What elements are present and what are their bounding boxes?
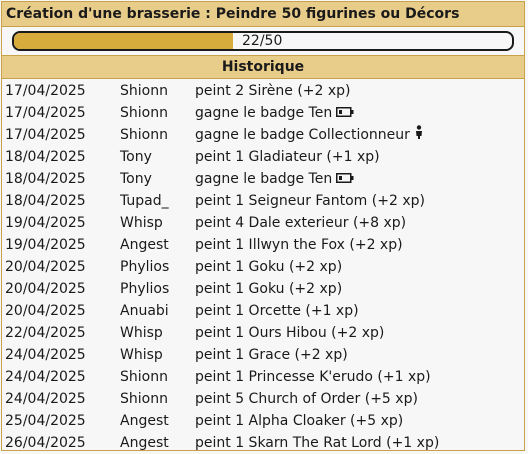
history-user: Tony <box>120 149 152 165</box>
challenge-panel: Création d'une brasserie : Peindre 50 fi… <box>1 1 525 451</box>
history-user: Shionn <box>120 83 168 99</box>
history-action: peint 1 Princesse K'erudo (+1 xp) <box>195 366 431 388</box>
history-user: Whisp <box>120 325 163 341</box>
history-list: 17/04/2025 Shionn peint 2 Sirène (+2 xp) 17… <box>2 79 524 454</box>
history-action-text: gagne le badge Ten <box>195 171 333 187</box>
history-user: Whisp <box>120 347 163 363</box>
history-action-text: peint 1 Skarn The Rat Lord (+1 xp) <box>195 435 440 451</box>
history-row: 20/04/2025 Phylios peint 1 Goku (+2 xp) <box>2 278 524 300</box>
history-user: Anuabi <box>120 303 169 319</box>
history-date: 19/04/2025 <box>5 215 86 231</box>
history-row: 19/04/2025 Whisp peint 4 Dale exterieur (+… <box>2 212 524 234</box>
history-date: 20/04/2025 <box>5 281 86 297</box>
history-row: 17/04/2025 Shionn peint 2 Sirène (+2 xp) <box>2 80 524 102</box>
history-action: peint 1 Orcette (+1 xp) <box>195 300 359 322</box>
history-date: 26/04/2025 <box>5 435 86 451</box>
history-date: 24/04/2025 <box>5 391 86 407</box>
history-user: Phylios <box>120 281 170 297</box>
history-date: 17/04/2025 <box>5 83 86 99</box>
history-action-text: peint 1 Princesse K'erudo (+1 xp) <box>195 369 431 385</box>
history-date: 20/04/2025 <box>5 259 86 275</box>
history-action: peint 1 Gladiateur (+1 xp) <box>195 146 380 168</box>
history-user: Tony <box>120 171 152 187</box>
history-user: Angest <box>120 435 169 451</box>
history-row: 24/04/2025 Whisp peint 1 Grace (+2 xp) <box>2 344 524 366</box>
history-header: Historique <box>2 56 524 79</box>
history-action-text: gagne le badge Ten <box>195 105 333 121</box>
history-date: 24/04/2025 <box>5 369 86 385</box>
history-action-text: peint 1 Orcette (+1 xp) <box>195 303 359 319</box>
history-action: peint 1 Skarn The Rat Lord (+1 xp) <box>195 432 439 454</box>
history-action: gagne le badge Ten <box>195 102 354 124</box>
history-date: 24/04/2025 <box>5 347 86 363</box>
history-action: peint 1 Ours Hibou (+2 xp) <box>195 322 384 344</box>
history-action-text: peint 1 Goku (+2 xp) <box>195 259 343 275</box>
history-row: 24/04/2025 Shionn peint 5 Church of Order … <box>2 388 524 410</box>
history-row: 22/04/2025 Whisp peint 1 Ours Hibou (+2 xp… <box>2 322 524 344</box>
progress-fill <box>14 33 234 49</box>
history-action: peint 1 Alpha Cloaker (+5 xp) <box>195 410 403 432</box>
history-row: 19/04/2025 Angest peint 1 Illwyn the Fox (… <box>2 234 524 256</box>
history-user: Shionn <box>120 105 168 121</box>
history-action-text: peint 1 Illwyn the Fox (+2 xp) <box>195 237 403 253</box>
battery-icon <box>336 168 354 190</box>
battery-icon <box>336 102 354 124</box>
history-row: 17/04/2025 Shionn gagne le badge Collectio… <box>2 124 524 146</box>
figurine-icon <box>414 124 424 146</box>
progress-text: 22/50 <box>242 33 283 49</box>
history-row: 24/04/2025 Shionn peint 1 Princesse K'erud… <box>2 366 524 388</box>
history-action: gagne le badge Collectionneur <box>195 124 424 146</box>
history-row: 17/04/2025 Shionn gagne le badge Ten <box>2 102 524 124</box>
history-user: Shionn <box>120 369 168 385</box>
progress-bar: 22/50 <box>12 31 514 51</box>
challenge-title: Création d'une brasserie : Peindre 50 fi… <box>2 2 524 27</box>
history-row: 20/04/2025 Phylios peint 1 Goku (+2 xp) <box>2 256 524 278</box>
history-date: 17/04/2025 <box>5 105 86 121</box>
history-action-text: peint 2 Sirène (+2 xp) <box>195 83 351 99</box>
history-date: 17/04/2025 <box>5 127 86 143</box>
history-user: Whisp <box>120 215 163 231</box>
history-date: 18/04/2025 <box>5 149 86 165</box>
history-action: gagne le badge Ten <box>195 168 354 190</box>
history-row: 18/04/2025 Tony peint 1 Gladiateur (+1 xp) <box>2 146 524 168</box>
history-action: peint 1 Illwyn the Fox (+2 xp) <box>195 234 403 256</box>
history-date: 19/04/2025 <box>5 237 86 253</box>
history-date: 18/04/2025 <box>5 171 86 187</box>
history-row: 18/04/2025 Tony gagne le badge Ten <box>2 168 524 190</box>
history-user: Angest <box>120 413 169 429</box>
history-user: Tupad_ <box>120 193 169 209</box>
history-user: Shionn <box>120 391 168 407</box>
history-row: 25/04/2025 Angest peint 1 Alpha Cloaker (+… <box>2 410 524 432</box>
history-row: 20/04/2025 Anuabi peint 1 Orcette (+1 xp) <box>2 300 524 322</box>
history-action: peint 5 Church of Order (+5 xp) <box>195 388 418 410</box>
history-action: peint 4 Dale exterieur (+8 xp) <box>195 212 406 234</box>
history-date: 25/04/2025 <box>5 413 86 429</box>
history-user: Phylios <box>120 259 170 275</box>
history-action-text: peint 5 Church of Order (+5 xp) <box>195 391 418 407</box>
history-action-text: peint 1 Grace (+2 xp) <box>195 347 348 363</box>
history-date: 20/04/2025 <box>5 303 86 319</box>
progress-section: 22/50 <box>2 27 524 56</box>
history-date: 18/04/2025 <box>5 193 86 209</box>
history-row: 26/04/2025 Angest peint 1 Skarn The Rat Lo… <box>2 432 524 454</box>
history-action-text: peint 1 Seigneur Fantom (+2 xp) <box>195 193 425 209</box>
history-action-text: gagne le badge Collectionneur <box>195 127 410 143</box>
history-action-text: peint 1 Alpha Cloaker (+5 xp) <box>195 413 404 429</box>
history-action: peint 1 Goku (+2 xp) <box>195 278 342 300</box>
history-action-text: peint 1 Goku (+2 xp) <box>195 281 343 297</box>
history-action: peint 2 Sirène (+2 xp) <box>195 80 351 102</box>
history-action-text: peint 1 Ours Hibou (+2 xp) <box>195 325 385 341</box>
history-action: peint 1 Goku (+2 xp) <box>195 256 342 278</box>
history-row: 18/04/2025 Tupad_ peint 1 Seigneur Fantom … <box>2 190 524 212</box>
history-action: peint 1 Seigneur Fantom (+2 xp) <box>195 190 425 212</box>
history-action: peint 1 Grace (+2 xp) <box>195 344 348 366</box>
history-action-text: peint 1 Gladiateur (+1 xp) <box>195 149 380 165</box>
history-date: 22/04/2025 <box>5 325 86 341</box>
history-user: Shionn <box>120 127 168 143</box>
history-action-text: peint 4 Dale exterieur (+8 xp) <box>195 215 407 231</box>
history-user: Angest <box>120 237 169 253</box>
